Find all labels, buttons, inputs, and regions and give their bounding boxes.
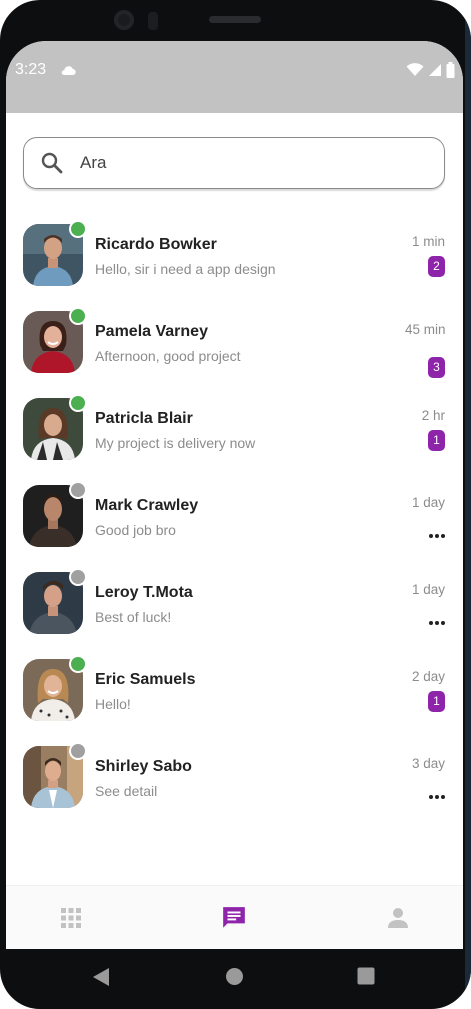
signal-icon	[428, 63, 442, 82]
chat-item[interactable]: Patricla Blair My project is delivery no…	[6, 393, 463, 465]
proximity-sensor	[148, 12, 158, 30]
chat-item[interactable]: Mark Crawley Good job bro 1 day	[6, 480, 463, 552]
apps-grid-icon[interactable]	[56, 903, 86, 933]
more-horiz-icon[interactable]	[429, 525, 445, 543]
unread-count-badge: 1	[428, 691, 445, 712]
search-icon[interactable]	[40, 151, 64, 180]
message-time: 1 day	[411, 582, 445, 597]
more-horiz-icon[interactable]	[429, 786, 445, 804]
person-icon[interactable]	[383, 903, 413, 933]
message-time: 3 day	[411, 756, 445, 771]
message-time: 2 day	[411, 669, 445, 684]
online-status-dot	[69, 220, 87, 238]
online-status-dot	[69, 307, 87, 325]
wifi-icon	[406, 63, 424, 82]
chat-item[interactable]: Ricardo Bowker Hello, sir i need a app d…	[6, 219, 463, 291]
contact-name: Leroy T.Mota	[95, 584, 193, 601]
message-preview: Good job bro	[95, 522, 176, 538]
online-status-dot	[69, 655, 87, 673]
unread-count-badge: 2	[428, 256, 445, 277]
chat-item[interactable]: Pamela Varney Afternoon, good project 45…	[6, 306, 463, 378]
message-time: 1 min	[411, 234, 445, 249]
status-time: 3:23	[15, 61, 47, 78]
message-preview: Afternoon, good project	[95, 348, 241, 364]
bottom-navigation	[6, 885, 463, 949]
battery-icon	[446, 62, 455, 83]
chat-item[interactable]: Shirley Sabo See detail 3 day	[6, 741, 463, 813]
recents-icon[interactable]	[357, 967, 375, 990]
contact-name: Shirley Sabo	[95, 758, 192, 775]
home-icon[interactable]	[225, 967, 244, 991]
message-preview: Hello!	[95, 696, 131, 712]
chat-item[interactable]: Leroy T.Mota Best of luck! 1 day	[6, 567, 463, 639]
message-preview: My project is delivery now	[95, 435, 256, 451]
system-navigation-bar	[0, 949, 471, 1009]
unread-count-badge: 1	[428, 430, 445, 451]
offline-status-dot	[69, 568, 87, 586]
contact-name: Ricardo Bowker	[95, 236, 217, 253]
app-screen: 3:23 Ara Ricardo Bowker Hello, sir i nee…	[6, 41, 463, 949]
message-preview: Hello, sir i need a app design	[95, 261, 276, 277]
chat-item[interactable]: Eric Samuels Hello! 2 day 1	[6, 654, 463, 726]
more-horiz-icon[interactable]	[429, 612, 445, 630]
device-frame: 3:23 Ara Ricardo Bowker Hello, sir i nee…	[0, 0, 471, 1009]
message-preview: Best of luck!	[95, 609, 172, 625]
back-icon[interactable]	[92, 967, 110, 992]
offline-status-dot	[69, 742, 87, 760]
earpiece-speaker	[209, 16, 261, 23]
message-time: 1 day	[411, 495, 445, 510]
message-time: 2 hr	[421, 408, 445, 423]
status-icons	[406, 62, 455, 83]
contact-name: Patricla Blair	[95, 410, 193, 427]
contact-name: Pamela Varney	[95, 323, 208, 340]
front-camera	[114, 10, 134, 30]
contact-name: Mark Crawley	[95, 497, 199, 514]
chat-icon[interactable]	[219, 903, 249, 933]
cloud-icon	[60, 63, 76, 81]
status-bar: 3:23	[6, 41, 463, 113]
unread-count-badge: 3	[428, 357, 445, 378]
contact-name: Eric Samuels	[95, 671, 196, 688]
message-time: 45 min	[405, 322, 446, 337]
search-box[interactable]	[23, 137, 445, 189]
offline-status-dot	[69, 481, 87, 499]
online-status-dot	[69, 394, 87, 412]
search-input[interactable]	[80, 148, 430, 178]
device-edge	[465, 0, 471, 1009]
message-preview: See detail	[95, 783, 158, 799]
